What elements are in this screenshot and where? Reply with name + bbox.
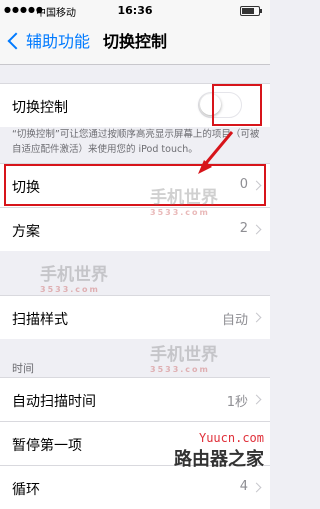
watermark-text: 手机世界 <box>40 265 108 285</box>
watermark-logo: 手机世界 3533.com <box>150 340 218 374</box>
watermark-text: 手机世界 <box>150 345 218 365</box>
watermark-text: 手机世界 <box>150 188 218 208</box>
loops-label: 循环 <box>12 482 40 498</box>
logo-url: Yuucn.com <box>198 431 264 445</box>
watermark-logo: 手机世界 3533.com <box>150 183 218 217</box>
chevron-right-icon <box>251 482 262 493</box>
watermark-num: 3533.com <box>150 365 210 374</box>
annotation-arrow <box>198 131 234 174</box>
logo-brand: 路由器之家 <box>174 449 264 470</box>
watermark-logo: 手机世界 3533.com <box>40 260 108 294</box>
site-logo: Yuucn.com 路由器之家 <box>174 431 264 471</box>
loops-value: 4 <box>239 479 248 494</box>
watermark-num: 3533.com <box>40 285 100 294</box>
watermark-num: 3533.com <box>150 208 210 217</box>
